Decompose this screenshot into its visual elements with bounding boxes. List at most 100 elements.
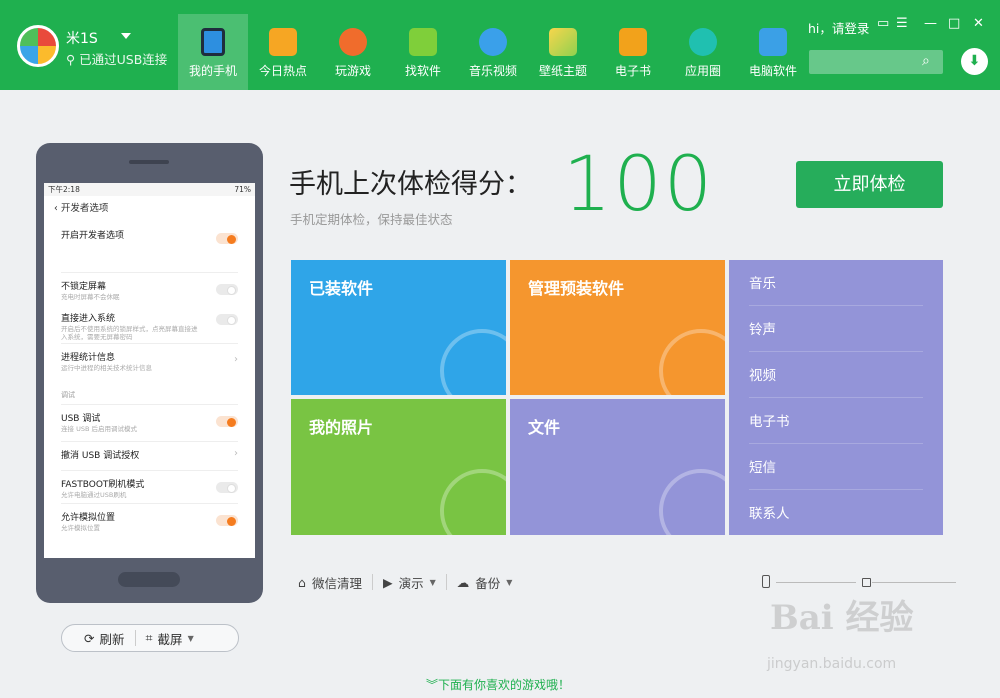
phone-screen-mirror[interactable]: 下午2:18 71% ‹ 开发者选项 开启开发者选项 不锁定屏幕 充电时屏幕不会休眠…: [44, 183, 255, 558]
chevron-right-icon: ›: [234, 354, 238, 365]
nav-label: 玩游戏: [334, 64, 371, 78]
chevron-right-icon: ›: [234, 448, 238, 459]
phone-title-text: 开发者选项: [60, 203, 109, 214]
minimize-icon[interactable]: —: [924, 16, 937, 31]
nav-music-video[interactable]: 音乐视频: [458, 14, 528, 90]
nav-label: 应用圈: [684, 64, 721, 78]
watermark-url: jingyan.baidu.com: [767, 656, 897, 672]
search-icon[interactable]: ⌕: [922, 53, 930, 69]
cloud-icon: ☁: [456, 574, 470, 590]
gamepad-icon: [339, 28, 367, 56]
refresh-icon: ⟳: [84, 630, 95, 646]
nav-wallpaper[interactable]: 壁纸主题: [528, 14, 598, 90]
main-nav: 我的手机 今日热点 玩游戏 找软件 音乐视频 壁纸主题 电子书 应用圈 电脑软件: [178, 14, 808, 90]
broom-icon: ⌂: [298, 574, 306, 590]
phone-actions-bar: ⟳ 刷新 ⌗ 截屏 ▼: [61, 624, 239, 652]
my-photos-tile[interactable]: 我的照片: [291, 399, 506, 535]
play-icon: [479, 28, 507, 56]
folder-icon: [659, 469, 725, 535]
message-icon[interactable]: ▭: [877, 16, 889, 31]
tile-label: 已装软件: [309, 279, 374, 298]
app-logo: [17, 25, 59, 67]
nav-app-circle[interactable]: 应用圈: [668, 14, 738, 90]
phone-time: 下午2:18: [48, 185, 80, 194]
device-name[interactable]: 米1S: [66, 28, 98, 48]
media-list-tile: 音乐 铃声 视频 电子书 短信 联系人: [729, 260, 943, 535]
media-item-ebook[interactable]: 电子书: [749, 398, 923, 444]
nav-label: 我的手机: [188, 64, 237, 78]
setting-title: 撤消 USB 调试授权: [61, 451, 140, 461]
screenshot-button[interactable]: ⌗ 截屏 ▼: [136, 629, 204, 648]
phone-storage-icon: [762, 575, 770, 588]
nav-ebook[interactable]: 电子书: [598, 14, 668, 90]
phone-setting-row: 进程统计信息 运行中进程的相关技术统计信息 ›: [44, 344, 255, 380]
demo-button[interactable]: ▶ 演示 ▼: [373, 573, 446, 592]
tile-label: 我的照片: [309, 418, 374, 437]
photo-icon: [440, 469, 506, 535]
media-item-ringtone[interactable]: 铃声: [749, 306, 923, 352]
nav-today-hot[interactable]: 今日热点: [248, 14, 318, 90]
double-chevron-down-icon: ︾: [426, 678, 439, 692]
refresh-button[interactable]: ⟳ 刷新: [62, 629, 135, 648]
toggle-switch: [216, 482, 238, 493]
files-tile[interactable]: 文件: [510, 399, 725, 535]
wechat-clean-label: 微信清理: [311, 575, 362, 591]
installed-apps-tile[interactable]: 已装软件: [291, 260, 506, 395]
setting-subtitle: 连接 USB 后启用调试模式: [61, 425, 137, 433]
close-icon[interactable]: ✕: [973, 16, 984, 31]
media-item-video[interactable]: 视频: [749, 352, 923, 398]
setting-title: 进程统计信息: [61, 353, 116, 363]
backup-button[interactable]: ☁ 备份 ▼: [447, 573, 523, 592]
bottom-toolbar: ⌂ 微信清理 ▶ 演示 ▼ ☁ 备份 ▼: [298, 572, 522, 592]
nav-label: 壁纸主题: [538, 64, 587, 78]
wallpaper-icon: [549, 28, 577, 56]
maximize-icon[interactable]: □: [948, 16, 960, 31]
setting-subtitle: 允许电脑通过USB刷机: [61, 491, 127, 499]
windows-icon: [759, 28, 787, 56]
device-dropdown-caret-icon[interactable]: [121, 33, 131, 39]
nav-label: 音乐视频: [468, 64, 517, 78]
circle-icon: [689, 28, 717, 56]
check-now-button[interactable]: 立即体检: [796, 161, 943, 208]
games-link[interactable]: ︾下面有你喜欢的游戏哦！: [426, 676, 570, 693]
phone-setting-row: 直接进入系统 开启后不使用系统的锁屏样式，点亮屏幕直接进入系统，需要无屏幕密码: [44, 309, 255, 343]
nav-pc-software[interactable]: 电脑软件: [738, 14, 808, 90]
score-subtitle: 手机定期体检，保持最佳状态: [290, 212, 453, 227]
tile-label: 文件: [528, 418, 561, 437]
login-link[interactable]: hi，请登录: [808, 18, 869, 37]
storage-slider[interactable]: [760, 575, 956, 589]
phone-setting-row: 不锁定屏幕 充电时屏幕不会休眠: [44, 273, 255, 309]
tile-label: 管理预装软件: [528, 279, 625, 298]
sd-card-icon: [862, 578, 871, 587]
phone-home-button: [118, 572, 180, 587]
nav-my-phone[interactable]: 我的手机: [178, 14, 248, 90]
chevron-down-icon: ▼: [429, 577, 436, 587]
media-item-music[interactable]: 音乐: [749, 260, 923, 306]
wrench-icon: [659, 329, 725, 395]
download-icon[interactable]: ⬇: [961, 48, 988, 75]
android-icon: [409, 28, 437, 56]
media-item-contacts[interactable]: 联系人: [749, 490, 923, 536]
setting-title: 开启开发者选项: [61, 231, 125, 241]
setting-subtitle: 充电时屏幕不会休眠: [61, 293, 120, 301]
backup-label: 备份: [475, 575, 501, 591]
phone-speaker: [129, 160, 169, 164]
setting-subtitle: 允许模拟位置: [61, 524, 100, 532]
nav-games[interactable]: 玩游戏: [318, 14, 388, 90]
nav-label: 今日热点: [258, 64, 307, 78]
phone-setting-row: 开启开发者选项: [44, 222, 255, 258]
toggle-switch: [216, 515, 238, 526]
score-title: 手机上次体检得分：: [289, 169, 532, 200]
book-icon: [619, 28, 647, 56]
phone-setting-row: 撤消 USB 调试授权 ›: [44, 442, 255, 470]
phone-icon: [201, 28, 225, 56]
phone-status-bar: 下午2:18 71%: [44, 183, 255, 196]
media-item-sms[interactable]: 短信: [749, 444, 923, 490]
nav-find-software[interactable]: 找软件: [388, 14, 458, 90]
phone-page-title: ‹ 开发者选项: [44, 196, 255, 222]
play-box-icon: ▶: [382, 574, 393, 590]
menu-icon[interactable]: ☰: [896, 16, 908, 31]
baidu-watermark: Bai 经验: [770, 598, 914, 638]
wechat-clean-button[interactable]: ⌂ 微信清理: [298, 573, 372, 592]
preinstalled-apps-tile[interactable]: 管理预装软件: [510, 260, 725, 395]
